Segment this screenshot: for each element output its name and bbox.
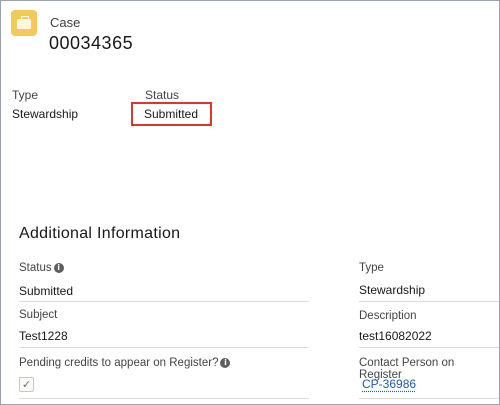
highlight-status-value: Submitted: [144, 107, 199, 121]
divider: [19, 347, 309, 348]
field-type-value: Stewardship: [359, 283, 426, 297]
pending-credits-checkbox[interactable]: ✓: [19, 377, 34, 392]
section-title: Additional Information: [19, 225, 181, 242]
field-status-label: Status i: [19, 262, 64, 274]
field-type-label: Type: [359, 262, 384, 274]
divider: [19, 398, 309, 399]
field-description-label: Description: [359, 310, 417, 322]
divider: [359, 398, 499, 399]
briefcase-icon: [11, 10, 37, 36]
field-pending-credits-label: Pending credits to appear on Register? i: [19, 357, 231, 369]
info-icon[interactable]: i: [53, 263, 64, 273]
object-label: Case: [50, 15, 81, 30]
divider: [359, 347, 499, 348]
divider: [359, 301, 499, 302]
field-status-value: Submitted: [19, 284, 74, 298]
contact-person-link[interactable]: CP-36986: [362, 377, 416, 391]
highlight-type-value: Stewardship: [12, 107, 79, 121]
record-page: Case 00034365 Type Stewardship Status Su…: [0, 0, 500, 405]
field-subject-label: Subject: [19, 309, 58, 321]
record-title: 00034365: [49, 33, 134, 53]
divider: [19, 301, 309, 302]
highlight-type-label: Type: [12, 88, 39, 102]
field-description-value: test16082022: [359, 329, 432, 343]
highlight-status-label: Status: [145, 88, 180, 102]
field-subject-value: Test1228: [19, 329, 68, 343]
info-icon[interactable]: i: [220, 358, 231, 368]
